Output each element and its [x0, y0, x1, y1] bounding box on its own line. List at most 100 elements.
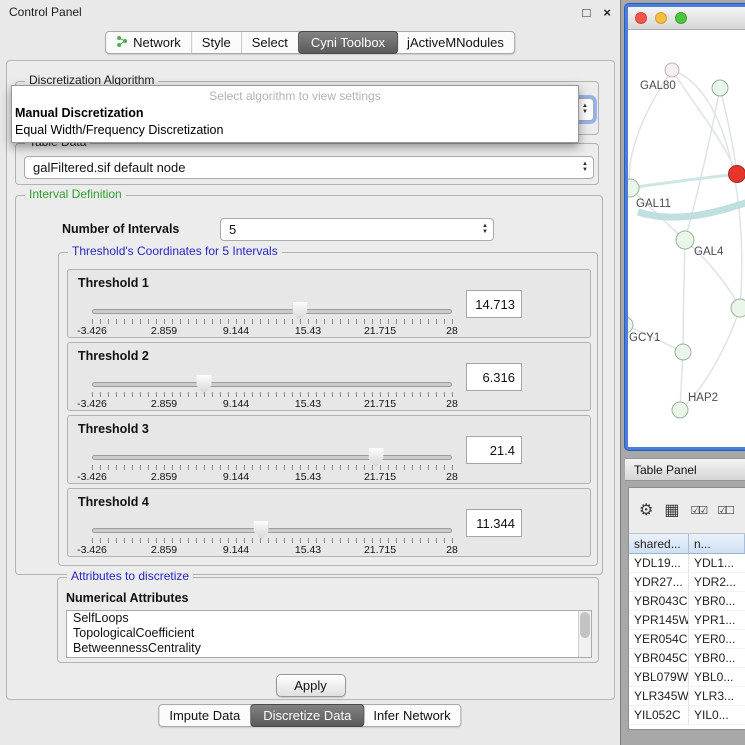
tab-label: Network: [133, 35, 181, 50]
scale-tick-label: 21.715: [364, 471, 396, 483]
threshold-2-value-field[interactable]: 6.316: [466, 363, 522, 391]
network-view-window: GAL80 GAL11 GAL4 GCY1 HAP2: [625, 4, 745, 450]
interval-definition-group: Interval Definition Number of Intervals …: [15, 195, 603, 575]
group-title: Attributes to discretize: [67, 569, 193, 583]
node[interactable]: [665, 63, 679, 77]
numerical-attributes-list[interactable]: SelfLoops TopologicalCoefficient Between…: [66, 610, 592, 658]
combo-stepper-icon: ▲▼: [582, 161, 588, 173]
table-row[interactable]: YPR145WYPR1...: [629, 611, 745, 630]
tab-select[interactable]: Select: [242, 32, 299, 53]
threshold-3-value-field[interactable]: 21.4: [466, 436, 522, 464]
tab-jactivemnodules[interactable]: jActiveMNodules: [397, 32, 514, 53]
scale-tick-label: 2.859: [151, 544, 177, 556]
node-label-gal80: GAL80: [640, 80, 676, 92]
table-row[interactable]: YLR345WYLR3...: [629, 687, 745, 706]
column-header-name[interactable]: n...: [689, 534, 745, 553]
threshold-3-slider[interactable]: [92, 455, 452, 460]
gear-icon[interactable]: ⚙: [639, 503, 653, 519]
slider-ticks: [92, 319, 453, 324]
scale-tick-label: 9.144: [223, 544, 249, 556]
scale-tick-label: 9.144: [223, 325, 249, 337]
apply-button[interactable]: Apply: [276, 674, 346, 697]
list-item[interactable]: TopologicalCoefficient: [67, 626, 591, 641]
zoom-traffic-light-icon[interactable]: [675, 12, 687, 24]
node-gcy1[interactable]: [628, 317, 633, 333]
close-traffic-light-icon[interactable]: [635, 12, 647, 24]
threshold-label: Threshold 4: [78, 495, 149, 509]
table-row[interactable]: YBL079WYBL0...: [629, 668, 745, 687]
combo-stepper-icon: ▲▼: [582, 103, 588, 115]
table-row[interactable]: YIL052CYIL0...: [629, 706, 745, 725]
slider-ticks: [92, 392, 453, 397]
select-all-icon[interactable]: ☑☑: [690, 503, 706, 519]
node[interactable]: [675, 344, 691, 360]
node-label-hap2: HAP2: [688, 392, 718, 404]
dropdown-placeholder-item: Select algorithm to view settings: [12, 86, 578, 105]
scale-tick-label: 15.43: [295, 471, 321, 483]
table-row[interactable]: YDL19...YDL1...: [629, 554, 745, 573]
dropdown-option-manual-discretization[interactable]: Manual Discretization: [12, 105, 578, 122]
dropdown-option-equal-width-frequency[interactable]: Equal Width/Frequency Discretization: [12, 122, 578, 139]
combo-value: galFiltered.sif default node: [33, 160, 185, 175]
minimize-traffic-light-icon[interactable]: [655, 12, 667, 24]
tab-cyni-toolbox[interactable]: Cyni Toolbox: [298, 31, 398, 54]
scale-tick-label: 21.715: [364, 398, 396, 410]
attributes-group: Attributes to discretize Numerical Attri…: [57, 577, 599, 663]
list-scrollbar[interactable]: [578, 611, 591, 657]
tab-style[interactable]: Style: [192, 32, 242, 53]
tab-network[interactable]: Network: [106, 32, 192, 53]
list-item[interactable]: SelfLoops: [67, 611, 591, 626]
scale-tick-label: 28: [446, 471, 458, 483]
select-rows-icon[interactable]: ☑☐: [717, 503, 733, 519]
node[interactable]: [731, 299, 745, 317]
table-row[interactable]: YER054CYER0...: [629, 630, 745, 649]
close-icon[interactable]: ×: [603, 5, 611, 20]
node-gal4[interactable]: [676, 231, 694, 249]
slider-ticks: [92, 465, 453, 470]
tab-discretize-data[interactable]: Discretize Data: [250, 704, 364, 727]
table-header-row: shared... n...: [629, 534, 745, 554]
window-title: Control Panel: [9, 5, 82, 19]
tab-infer-network[interactable]: Infer Network: [363, 705, 460, 726]
thresholds-group: Threshold's Coordinates for 5 Intervals …: [58, 252, 598, 566]
scale-tick-label: 28: [446, 398, 458, 410]
threshold-2-slider[interactable]: [92, 382, 452, 387]
threshold-1-slider[interactable]: [92, 309, 452, 314]
threshold-1-value-field[interactable]: 14.713: [466, 290, 522, 318]
network-canvas[interactable]: GAL80 GAL11 GAL4 GCY1 HAP2: [628, 30, 745, 450]
columns-icon[interactable]: ▦: [664, 503, 679, 519]
number-of-intervals-combobox[interactable]: 5 ▲▼: [220, 218, 494, 241]
scale-tick-label: 21.715: [364, 325, 396, 337]
scale-tick-label: 9.144: [223, 398, 249, 410]
list-item[interactable]: BetweennessCentrality: [67, 641, 591, 656]
highlighted-node[interactable]: [729, 166, 745, 183]
threshold-4-value-field[interactable]: 11.344: [466, 509, 522, 537]
node[interactable]: [712, 80, 728, 96]
table-panel-header[interactable]: Table Panel: [625, 458, 745, 481]
combo-stepper-icon: ▲▼: [482, 223, 488, 235]
table-row[interactable]: YBR045CYBR0...: [629, 649, 745, 668]
threshold-2-panel: Threshold 2 -3.426 2.859 9.144 15.43 21.…: [67, 342, 591, 411]
threshold-4-slider[interactable]: [92, 528, 452, 533]
float-window-icon[interactable]: □: [583, 5, 591, 20]
scale-tick-label: 15.43: [295, 325, 321, 337]
scale-tick-label: 28: [446, 325, 458, 337]
scale-tick-label: -3.426: [77, 544, 107, 556]
node-label-gcy1: GCY1: [629, 332, 660, 344]
control-panel-window: Control Panel □ × Network Style Select C…: [0, 0, 621, 745]
control-panel-tabs: Network Style Select Cyni Toolbox jActiv…: [105, 31, 515, 54]
scale-tick-label: -3.426: [77, 398, 107, 410]
scrollbar-thumb[interactable]: [580, 612, 590, 638]
slider-scale: -3.426 2.859 9.144 15.43 21.715 28: [92, 325, 452, 337]
table-row[interactable]: YDR27...YDR2...: [629, 573, 745, 592]
scale-tick-label: 2.859: [151, 398, 177, 410]
tab-impute-data[interactable]: Impute Data: [159, 705, 251, 726]
table-row[interactable]: YBR043CYBR0...: [629, 592, 745, 611]
column-header-shared-name[interactable]: shared...: [629, 534, 689, 553]
scale-tick-label: -3.426: [77, 471, 107, 483]
scale-tick-label: 2.859: [151, 325, 177, 337]
node-hap2[interactable]: [672, 402, 688, 418]
table-data-combobox[interactable]: galFiltered.sif default node ▲▼: [24, 156, 594, 179]
network-window-titlebar: [628, 7, 745, 30]
scale-tick-label: 2.859: [151, 471, 177, 483]
